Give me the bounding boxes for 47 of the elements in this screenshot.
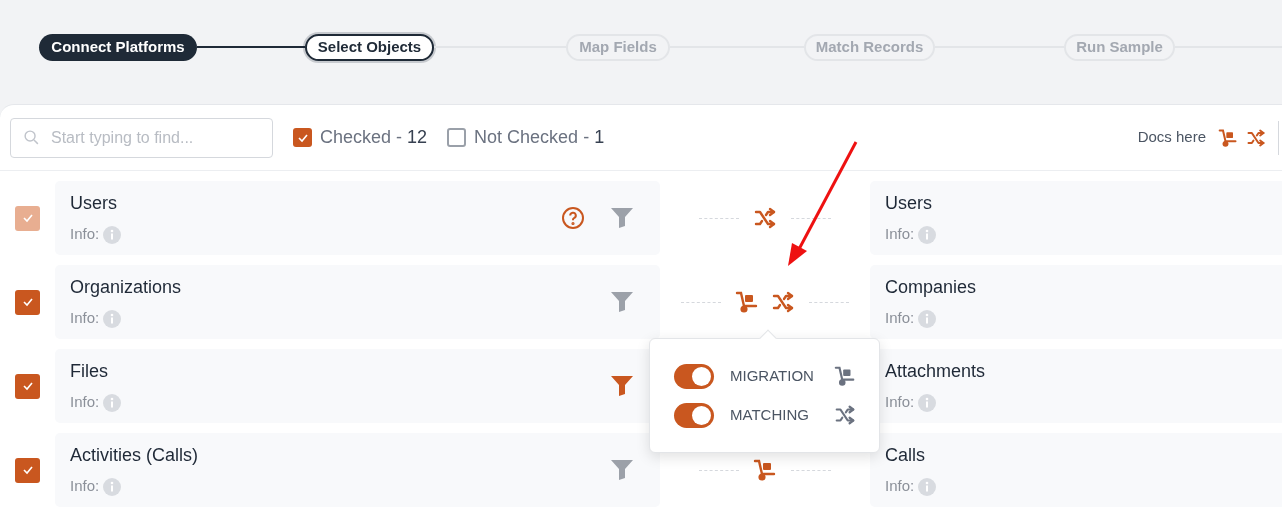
filter-label: Not Checked - 1 — [474, 126, 605, 149]
object-name: Companies — [885, 276, 978, 300]
info-label: Info: — [70, 392, 100, 413]
filter-icon[interactable] — [611, 292, 633, 312]
search-field[interactable]: Start typing to find... — [10, 117, 273, 158]
info-label: Info: — [885, 224, 915, 245]
info-icon[interactable] — [103, 225, 122, 244]
check-icon — [21, 296, 34, 308]
filter-label: Checked - 12 — [320, 126, 428, 149]
info-label: Info: — [885, 476, 915, 497]
info-icon[interactable] — [103, 477, 122, 496]
check-icon — [21, 380, 34, 392]
object-name: Organizations — [70, 276, 183, 300]
step-pill[interactable]: Connect Platforms — [39, 34, 197, 61]
checkbox[interactable] — [15, 373, 40, 399]
object-name: Attachments — [885, 360, 987, 384]
toggle-switch[interactable] — [674, 363, 714, 389]
docs-link[interactable]: Docs here — [1137, 126, 1206, 149]
info-icon[interactable] — [918, 393, 937, 412]
info-icon[interactable] — [103, 393, 122, 412]
checkbox[interactable] — [447, 128, 467, 147]
checkbox[interactable] — [293, 128, 312, 147]
check-icon — [21, 212, 34, 224]
object-name: Calls — [885, 444, 926, 468]
toggle-label: MATCHING — [730, 404, 810, 425]
info-label: Info: — [70, 476, 100, 497]
info-icon[interactable] — [918, 477, 937, 496]
object-name: Activities (Calls) — [70, 444, 199, 468]
info-icon[interactable] — [918, 309, 937, 328]
step-pill[interactable]: Select Objects — [305, 34, 434, 61]
toggle-label: MIGRATION — [730, 365, 815, 386]
checkbox[interactable] — [15, 457, 40, 483]
info-label: Info: — [70, 224, 100, 245]
info-label: Info: — [70, 308, 100, 329]
info-label: Info: — [885, 392, 915, 413]
check-icon — [21, 464, 34, 476]
toggle-switch[interactable] — [674, 402, 714, 428]
info-icon[interactable] — [103, 309, 122, 328]
filter-icon[interactable] — [611, 376, 633, 396]
checkbox[interactable] — [15, 289, 40, 315]
info-icon[interactable] — [918, 225, 937, 244]
object-name: Files — [70, 360, 109, 384]
object-name: Users — [885, 192, 933, 216]
filter-icon[interactable] — [611, 460, 633, 480]
search-icon — [23, 128, 40, 146]
info-label: Info: — [885, 308, 915, 329]
object-name: Users — [70, 192, 118, 216]
